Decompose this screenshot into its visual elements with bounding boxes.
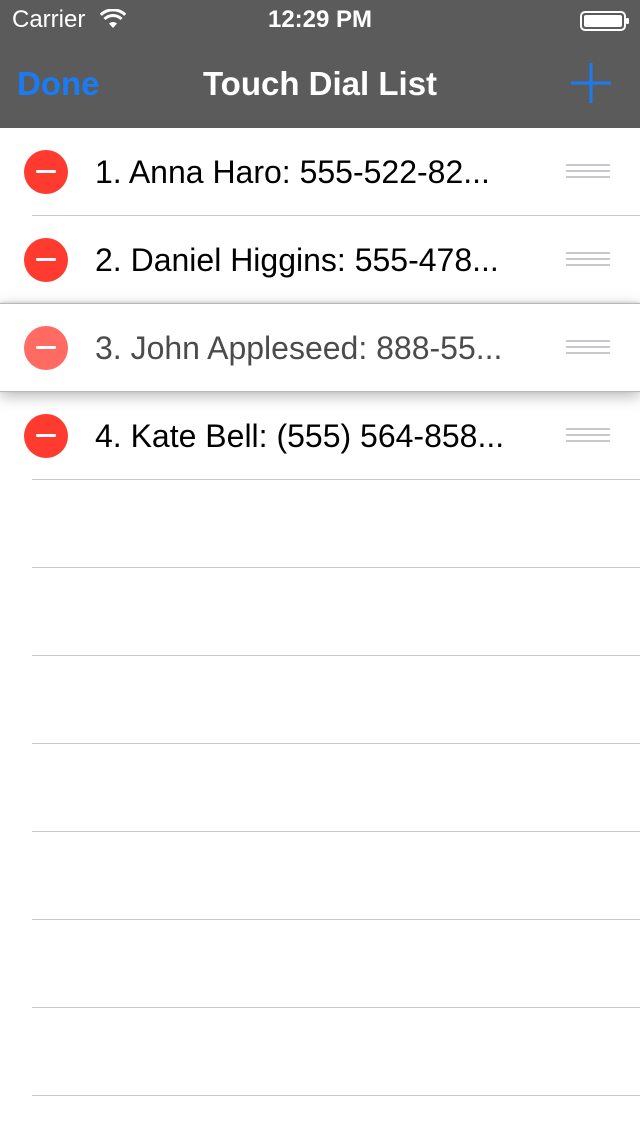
empty-row-separator — [32, 919, 640, 920]
empty-row-separator — [32, 567, 640, 568]
contact-row-dragging[interactable]: 3. John Appleseed: 888-55... — [0, 303, 640, 392]
row-separator — [32, 479, 640, 480]
reorder-handle-icon[interactable] — [566, 428, 610, 444]
reorder-handle-icon[interactable] — [566, 164, 610, 180]
contact-row[interactable]: 1. Anna Haro: 555-522-82... — [0, 128, 640, 216]
delete-control-icon[interactable] — [24, 414, 68, 458]
status-time: 12:29 PM — [267, 6, 373, 33]
contact-row[interactable]: 4. Kate Bell: (555) 564-858... — [0, 392, 640, 480]
delete-control-icon[interactable] — [24, 238, 68, 282]
delete-control-icon[interactable] — [24, 150, 68, 194]
reorder-handle-icon[interactable] — [566, 340, 610, 356]
delete-control-icon[interactable] — [24, 326, 68, 370]
empty-row-separator — [32, 743, 640, 744]
navigation-bar: Done Touch Dial List — [0, 40, 640, 128]
status-bar: Carrier 12:29 PM — [0, 0, 640, 40]
contact-label: 1. Anna Haro: 555-522-82... — [95, 154, 490, 190]
contact-label: 2. Daniel Higgins: 555-478... — [95, 242, 499, 278]
add-contact-button[interactable] — [568, 60, 614, 106]
page-title: Touch Dial List — [202, 65, 438, 102]
reorder-handle-icon[interactable] — [566, 252, 610, 268]
empty-row-separator — [32, 655, 640, 656]
contact-row[interactable]: 2. Daniel Higgins: 555-478... — [0, 216, 640, 304]
touch-dial-list-screen: Carrier 12:29 PM Done Touch Dial List 1.… — [0, 0, 640, 1136]
top-bar: Carrier 12:29 PM Done Touch Dial List — [0, 0, 640, 128]
contact-label: 3. John Appleseed: 888-55... — [95, 330, 503, 366]
battery-icon — [580, 11, 629, 31]
contact-label: 4. Kate Bell: (555) 564-858... — [95, 418, 505, 454]
empty-row-separator — [32, 1007, 640, 1008]
plus-icon — [571, 63, 611, 103]
empty-row-separator — [32, 831, 640, 832]
empty-row-separator — [32, 1095, 640, 1096]
